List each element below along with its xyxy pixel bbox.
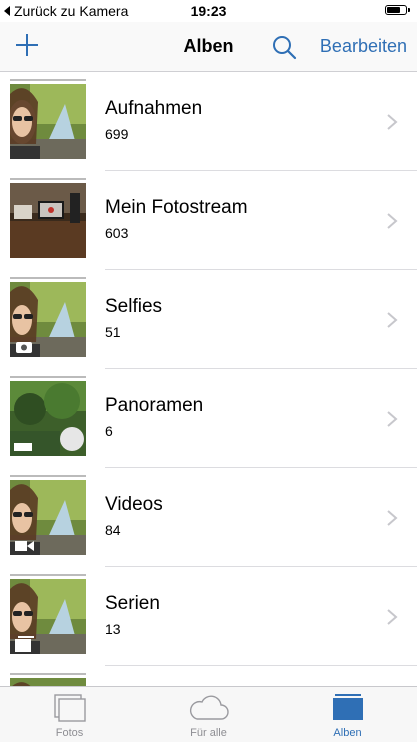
album-title: Serien: [105, 593, 160, 614]
battery-icon: [385, 5, 407, 15]
album-thumbnail: [10, 178, 86, 258]
chevron-right-icon: [387, 609, 398, 625]
album-title: Panoramen: [105, 395, 204, 416]
chevron-right-icon: [387, 114, 398, 130]
search-button[interactable]: [271, 34, 297, 60]
album-thumbnail: [10, 79, 86, 159]
album-title: Selfies: [105, 296, 163, 317]
navigation-bar: Alben Bearbeiten: [0, 22, 417, 72]
chevron-right-icon: [387, 213, 398, 229]
album-thumbnail: [10, 277, 86, 357]
album-thumbnail: [10, 376, 86, 456]
album-thumbnail: [10, 475, 86, 555]
album-title: Videos: [105, 494, 163, 515]
search-icon: [273, 36, 297, 60]
album-row-aufnahmen[interactable]: Aufnahmen 699: [0, 72, 417, 171]
tab-label: Alben: [333, 727, 362, 739]
photos-icon: [53, 694, 86, 722]
album-thumbnail: [10, 574, 86, 654]
chevron-right-icon: [387, 312, 398, 328]
status-bar: Zurück zu Kamera 19:23: [0, 0, 417, 22]
edit-button[interactable]: Bearbeiten: [320, 36, 407, 57]
album-title: Mein Fotostream: [105, 197, 248, 218]
cloud-icon: [189, 695, 229, 720]
chevron-right-icon: [387, 510, 398, 526]
add-album-button[interactable]: [14, 32, 40, 58]
album-title: Aufnahmen: [105, 98, 203, 119]
album-thumbnail: [10, 673, 86, 686]
albums-icon: [332, 694, 363, 720]
chevron-right-icon: [387, 411, 398, 427]
album-count: 699: [105, 126, 129, 142]
album-count: 13: [105, 621, 121, 637]
album-count: 6: [105, 423, 113, 439]
battery-tip: [408, 8, 410, 12]
album-row-panoramen[interactable]: Panoramen 6: [0, 369, 417, 468]
plus-icon: [16, 34, 38, 56]
album-row-selfies[interactable]: Selfies 51: [0, 270, 417, 369]
album-count: 603: [105, 225, 129, 241]
album-count: 84: [105, 522, 121, 538]
album-row-serien[interactable]: Serien 13: [0, 567, 417, 666]
status-time: 19:23: [190, 3, 227, 19]
tab-bar: Fotos Für alle Alben: [0, 686, 417, 742]
album-row-videos[interactable]: Videos 84: [0, 468, 417, 567]
tab-alben[interactable]: Alben: [278, 687, 417, 743]
album-row-mein-fotostream[interactable]: Mein Fotostream 603: [0, 171, 417, 270]
album-count: 51: [105, 324, 121, 340]
tab-label: Fotos: [55, 727, 84, 739]
tab-fotos[interactable]: Fotos: [0, 687, 139, 743]
tab-label: Für alle: [190, 727, 227, 739]
album-list: Aufnahmen 699 Mein Fotostream 603 Selfie…: [0, 72, 417, 686]
tab-fuer-alle[interactable]: Für alle: [139, 687, 278, 743]
album-row-partial[interactable]: [0, 666, 417, 686]
